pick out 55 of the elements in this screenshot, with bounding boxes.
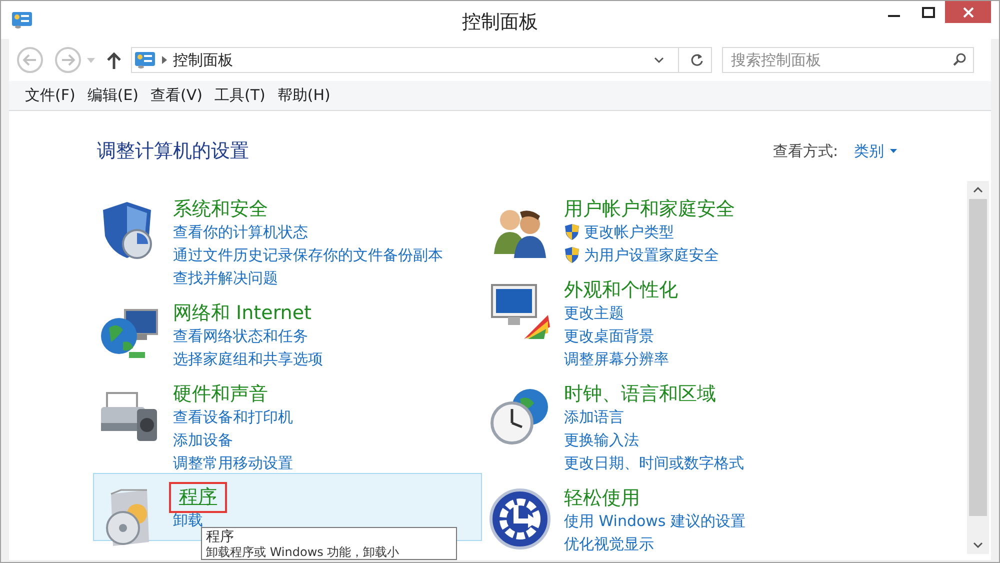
- category-link[interactable]: 为用户设置家庭安全: [584, 244, 719, 266]
- category-title[interactable]: 系统和安全: [173, 198, 268, 220]
- search-field[interactable]: 搜索控制面板: [722, 47, 974, 73]
- menu-item[interactable]: 文件(F): [25, 84, 76, 107]
- menu-item[interactable]: 查看(V): [150, 84, 202, 107]
- close-button[interactable]: [945, 1, 991, 23]
- accessibility-icon: [488, 486, 552, 550]
- category-link[interactable]: 更改日期、时间或数字格式: [564, 452, 744, 474]
- category-link[interactable]: 查看你的计算机状态: [173, 220, 308, 244]
- category-title[interactable]: 网络和 Internet: [173, 302, 312, 324]
- category-link[interactable]: 使用 Windows 建议的设置: [564, 510, 746, 532]
- category-link[interactable]: 更改主题: [564, 302, 624, 324]
- search-icon[interactable]: [953, 53, 966, 66]
- chevron-right-icon: [162, 56, 167, 64]
- category-link[interactable]: 更换输入法: [564, 428, 639, 452]
- category-link[interactable]: 卸载: [173, 508, 203, 532]
- category-link[interactable]: 选择家庭组和共享选项: [173, 348, 323, 370]
- up-arrow-icon[interactable]: [107, 52, 121, 68]
- scroll-up-icon[interactable]: [973, 187, 983, 193]
- back-arrow-icon: [23, 54, 37, 66]
- category-link[interactable]: 查找并解决问题: [173, 266, 278, 290]
- category-link[interactable]: 调整常用移动设置: [173, 452, 293, 474]
- category-link[interactable]: 更改帐户类型: [584, 220, 674, 244]
- category-link[interactable]: 通过文件历史记录保存你的文件备份副本: [173, 244, 443, 266]
- menu-item[interactable]: 编辑(E): [87, 84, 139, 107]
- refresh-icon[interactable]: [690, 53, 704, 67]
- view-by-dropdown[interactable]: 类别: [854, 140, 897, 162]
- breadcrumb-item[interactable]: 控制面板: [173, 48, 233, 72]
- view-by-label: 查看方式:: [772, 141, 838, 162]
- forward-arrow-icon: [61, 54, 75, 66]
- category-title[interactable]: 时钟、语言和区域: [564, 382, 716, 406]
- category-link[interactable]: 调整屏幕分辨率: [564, 348, 669, 370]
- address-bar[interactable]: 控制面板: [131, 47, 712, 73]
- category-link[interactable]: 查看设备和打印机: [173, 406, 293, 428]
- tooltip-text: 卸载程序或 Windows 功能，卸载小: [206, 545, 400, 559]
- category-title[interactable]: 外观和个性化: [564, 278, 678, 302]
- category-link[interactable]: 添加设备: [173, 428, 233, 452]
- window-title: 控制面板: [462, 10, 538, 35]
- close-icon: [962, 6, 974, 18]
- scroll-down-icon[interactable]: [973, 542, 983, 548]
- control-panel-icon: [134, 51, 156, 69]
- caret-icon: [890, 149, 897, 154]
- category-title[interactable]: 用户帐户和家庭安全: [564, 198, 735, 220]
- menu-item[interactable]: 帮助(H): [277, 84, 330, 107]
- page-heading: 调整计算机的设置: [97, 139, 249, 164]
- category-title[interactable]: 硬件和声音: [173, 382, 268, 406]
- category-link[interactable]: 添加语言: [564, 406, 624, 428]
- control-panel-icon: [11, 11, 33, 29]
- menu-item[interactable]: 工具(T): [214, 84, 266, 107]
- scrollbar[interactable]: [967, 181, 989, 554]
- category-link[interactable]: 查看网络状态和任务: [173, 324, 308, 348]
- category-link[interactable]: 更改桌面背景: [564, 324, 654, 348]
- chevron-down-icon[interactable]: [654, 56, 664, 64]
- category-link[interactable]: 优化视觉显示: [564, 532, 654, 556]
- category-title[interactable]: 轻松使用: [564, 486, 640, 510]
